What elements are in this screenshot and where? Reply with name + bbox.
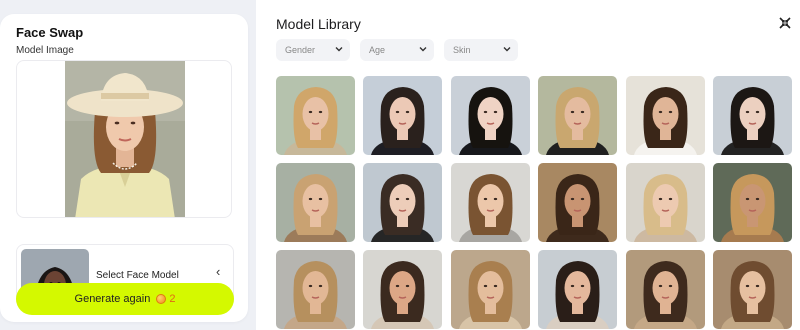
- chevron-left-icon[interactable]: ‹: [216, 264, 220, 279]
- model-tile[interactable]: [450, 163, 530, 242]
- chevron-down-icon: [419, 47, 427, 52]
- age-filter[interactable]: Age: [360, 39, 434, 61]
- credit-count: 2: [169, 293, 176, 305]
- model-tile[interactable]: [625, 76, 705, 155]
- skin-filter-label: Skin: [453, 45, 471, 55]
- model-tile[interactable]: [450, 250, 530, 329]
- select-face-model-label: Select Face Model: [96, 270, 179, 281]
- model-image-photo: [65, 61, 185, 217]
- chevron-down-icon: [503, 47, 511, 52]
- chevron-down-icon: [335, 47, 343, 52]
- model-tile[interactable]: [363, 250, 443, 329]
- model-tile[interactable]: [276, 250, 355, 329]
- generate-again-label: Generate again: [74, 293, 151, 305]
- generate-again-button[interactable]: Generate again 2: [16, 283, 234, 315]
- model-library-title: Model Library: [276, 16, 361, 32]
- model-tile[interactable]: [276, 76, 355, 155]
- model-tile[interactable]: [276, 163, 355, 242]
- model-library-panel: Model Library Gender Age Skin: [256, 0, 800, 330]
- model-tile[interactable]: [713, 163, 792, 242]
- model-tile[interactable]: [450, 76, 530, 155]
- model-image-dropzone[interactable]: [16, 60, 232, 218]
- collapse-icon[interactable]: [778, 16, 792, 30]
- skin-filter[interactable]: Skin: [444, 39, 518, 61]
- gender-filter-label: Gender: [285, 45, 316, 55]
- model-image-label: Model Image: [16, 45, 74, 56]
- coin-icon: [156, 294, 167, 304]
- model-tile[interactable]: [538, 163, 618, 242]
- model-tile[interactable]: [625, 163, 705, 242]
- model-tile[interactable]: [363, 163, 443, 242]
- face-swap-panel: Face Swap Model Image Select Face Model …: [0, 14, 248, 322]
- age-filter-label: Age: [369, 45, 386, 55]
- model-tile[interactable]: [713, 76, 792, 155]
- gender-filter[interactable]: Gender: [276, 39, 350, 61]
- panel-title: Face Swap: [16, 25, 84, 40]
- model-tile[interactable]: [538, 250, 618, 329]
- model-tile[interactable]: [363, 76, 443, 155]
- model-tile[interactable]: [625, 250, 705, 329]
- model-tile[interactable]: [538, 76, 618, 155]
- model-tile[interactable]: [713, 250, 792, 329]
